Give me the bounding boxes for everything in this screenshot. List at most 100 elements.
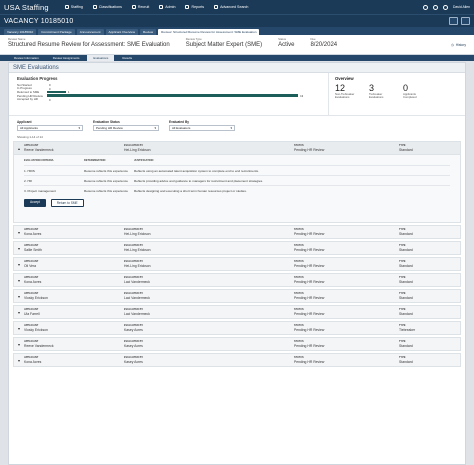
tab-1[interactable]: Commitment Package (38, 29, 75, 35)
user-name[interactable]: David Allen (453, 5, 470, 9)
cell-value: Standard (399, 295, 413, 300)
filter-select[interactable]: All Applicants ▾ (17, 125, 83, 131)
column-header: TYPE (399, 340, 406, 344)
overview: Overview 12 Non-Tiebreaker Evaluations 3 Ti… (329, 73, 465, 115)
chevron-down-icon: ▾ (230, 126, 232, 130)
nav-item-4[interactable]: Reports (185, 5, 204, 9)
cell-value: Pending HR Review (294, 247, 325, 252)
tab-5[interactable]: Review: Structured Resume Review for Ass… (158, 29, 260, 35)
cell-value: Pending HR Review (294, 279, 325, 284)
bell-icon[interactable] (433, 4, 439, 10)
nav-item-label: Admin (165, 5, 176, 9)
criteria-name: 2. HR (24, 178, 32, 183)
cell-applicant: APPLICANT Reeve Vandermeck (24, 340, 124, 348)
nav-item-0[interactable]: Staffing (64, 5, 83, 9)
cell-value: Standard (399, 343, 413, 348)
chevron-down-icon: ▾ (78, 126, 80, 130)
subtab-0[interactable]: Review Information (8, 55, 45, 61)
history-button[interactable]: ◷ History (451, 43, 466, 47)
table-row[interactable]: ▾ APPLICANT Ula Farrell EVALUATED BY Laci Va… (13, 305, 461, 319)
progress-track: 13 (47, 94, 317, 98)
subtab-1[interactable]: Review Assignments (47, 55, 86, 61)
filter-select[interactable]: Pending HR Review ▾ (93, 125, 159, 131)
filter-label: Applicant (17, 120, 32, 124)
progress-track: 1 (47, 90, 317, 94)
table-row[interactable]: ▾ APPLICANT Sallie Smith EVALUATED BY Hei-Li… (13, 241, 461, 255)
filter-value: Pending HR Review (96, 126, 123, 130)
evaluations-panel: SME Evaluations Evaluation Progress Not … (8, 62, 466, 465)
nav-item-5[interactable]: Advanced Search (214, 5, 248, 9)
cell-value: Hei-Ling Erickson (124, 231, 151, 236)
tab-3[interactable]: Applicant Overview (105, 29, 138, 35)
subtab-2[interactable]: Evaluations (87, 55, 115, 61)
review-header: Review Name Structured Resume Review for … (0, 35, 474, 55)
table-row[interactable]: ▾ APPLICANT Vlosky Erickson EVALUATED BY Lac… (13, 289, 461, 303)
cell-value: Standard (399, 359, 413, 364)
cell-evaluated-by: EVALUATED BY Laci Vandermeck (124, 276, 294, 284)
cell-applicant: APPLICANT Vlosky Erickson (24, 292, 124, 300)
table-row[interactable]: ▾ APPLICANT Vlosky Erickson EVALUATED BY Kas… (13, 321, 461, 335)
cell-value: Pending HR Review (294, 263, 325, 268)
nav-item-1[interactable]: Classifications (92, 5, 122, 9)
cell-type: TYPE Standard (399, 356, 459, 364)
justification: Reflects designing and executing a short… (134, 188, 247, 193)
column-header: APPLICANT (24, 292, 39, 296)
determination: Resume reflects this experience (84, 178, 129, 183)
accept-button[interactable]: Accept (24, 199, 46, 207)
column-header: EVALUATED BY (124, 144, 144, 148)
cell-status: STATUS Pending HR Review (294, 308, 399, 316)
table-row[interactable]: ▾ APPLICANT Reeve Vandermeck EVALUATED BY Ka… (13, 337, 461, 351)
column-header: STATUS (294, 308, 304, 312)
return-to-sme-button[interactable]: Return to SME (50, 199, 84, 207)
cell-value: Laci Vandermeck (124, 295, 150, 300)
filter-select[interactable]: All Evaluators ▾ (169, 125, 235, 131)
cell-value: Kasey Acres (124, 343, 143, 348)
cell-evaluated-by: EVALUATED BY Kasey Acres (124, 356, 294, 364)
criteria-name: 1. HRIS (24, 168, 35, 173)
cell-type: TYPE Standard (399, 244, 459, 252)
table-row[interactable]: ▾ APPLICANT Kona Acres EVALUATED BY Kasey Ac… (13, 353, 461, 367)
column-header: STATUS (294, 244, 304, 248)
user-icon[interactable] (443, 4, 449, 10)
cell-applicant: APPLICANT Kona Acres (24, 356, 124, 364)
overview-stat: 0 Applicants Completed (403, 83, 427, 100)
nav-item-2[interactable]: Recruit (131, 5, 149, 9)
tab-4[interactable]: Review (140, 29, 157, 35)
tab-2[interactable]: Announcement (76, 29, 104, 35)
cell-value: Standard (399, 147, 413, 152)
tab-0[interactable]: Vacancy 10185010 (4, 29, 37, 35)
cell-status: STATUS Pending HR Review (294, 324, 399, 332)
table-row[interactable]: ▴ APPLICANT Reeve Vandermeck EVALUATED BY He… (13, 141, 461, 155)
subtab-3[interactable]: Results (116, 55, 138, 61)
print-icon[interactable] (449, 17, 458, 25)
stat-caption: Tiebreaker Evaluations (369, 92, 384, 100)
cell-evaluated-by: EVALUATED BY Laci Vandermeck (124, 308, 294, 316)
table-row[interactable]: ▾ APPLICANT Oli Vera EVALUATED BY Hei-Ling E… (13, 257, 461, 271)
cell-evaluated-by: EVALUATED BY Hei-Ling Erickson (124, 260, 294, 268)
table-row[interactable]: ▾ APPLICANT Kona Acres EVALUATED BY Hei-Ling… (13, 225, 461, 239)
cell-value: Tiebreaker (399, 327, 416, 332)
table-row[interactable]: ▾ APPLICANT Kona Acres EVALUATED BY Laci Van… (13, 273, 461, 287)
criteria-header: EVALUATION CRITERIA (24, 159, 54, 162)
cell-value: Standard (399, 263, 413, 268)
app-brand[interactable]: USA Staffing (4, 3, 49, 12)
filter-group: Evaluated By All Evaluators ▾ (169, 120, 235, 131)
cell-status: STATUS Pending HR Review (294, 228, 399, 236)
cell-evaluated-by: EVALUATED BY Hei-Ling Erickson (124, 244, 294, 252)
overview-stat: 3 Tiebreaker Evaluations (369, 83, 393, 100)
filter-group: Applicant All Applicants ▾ (17, 120, 83, 131)
cell-value: Vlosky Erickson (24, 295, 48, 300)
nav-item-3[interactable]: Admin (159, 5, 175, 9)
cell-value: Standard (399, 247, 413, 252)
review-status: Active (278, 41, 295, 48)
determination: Resume reflects this experience (84, 168, 129, 173)
nav-item-label: Staffing (70, 5, 83, 9)
progress-track: 0 (47, 87, 317, 91)
cell-applicant: APPLICANT Kona Acres (24, 228, 124, 236)
more-icon[interactable] (461, 17, 470, 25)
column-header: EVALUATED BY (124, 292, 144, 296)
search-icon[interactable] (423, 4, 429, 10)
column-header: TYPE (399, 324, 406, 328)
justification: Reflects providing advice and guidance t… (134, 178, 263, 183)
determination: Resume reflects this experience (84, 188, 129, 193)
